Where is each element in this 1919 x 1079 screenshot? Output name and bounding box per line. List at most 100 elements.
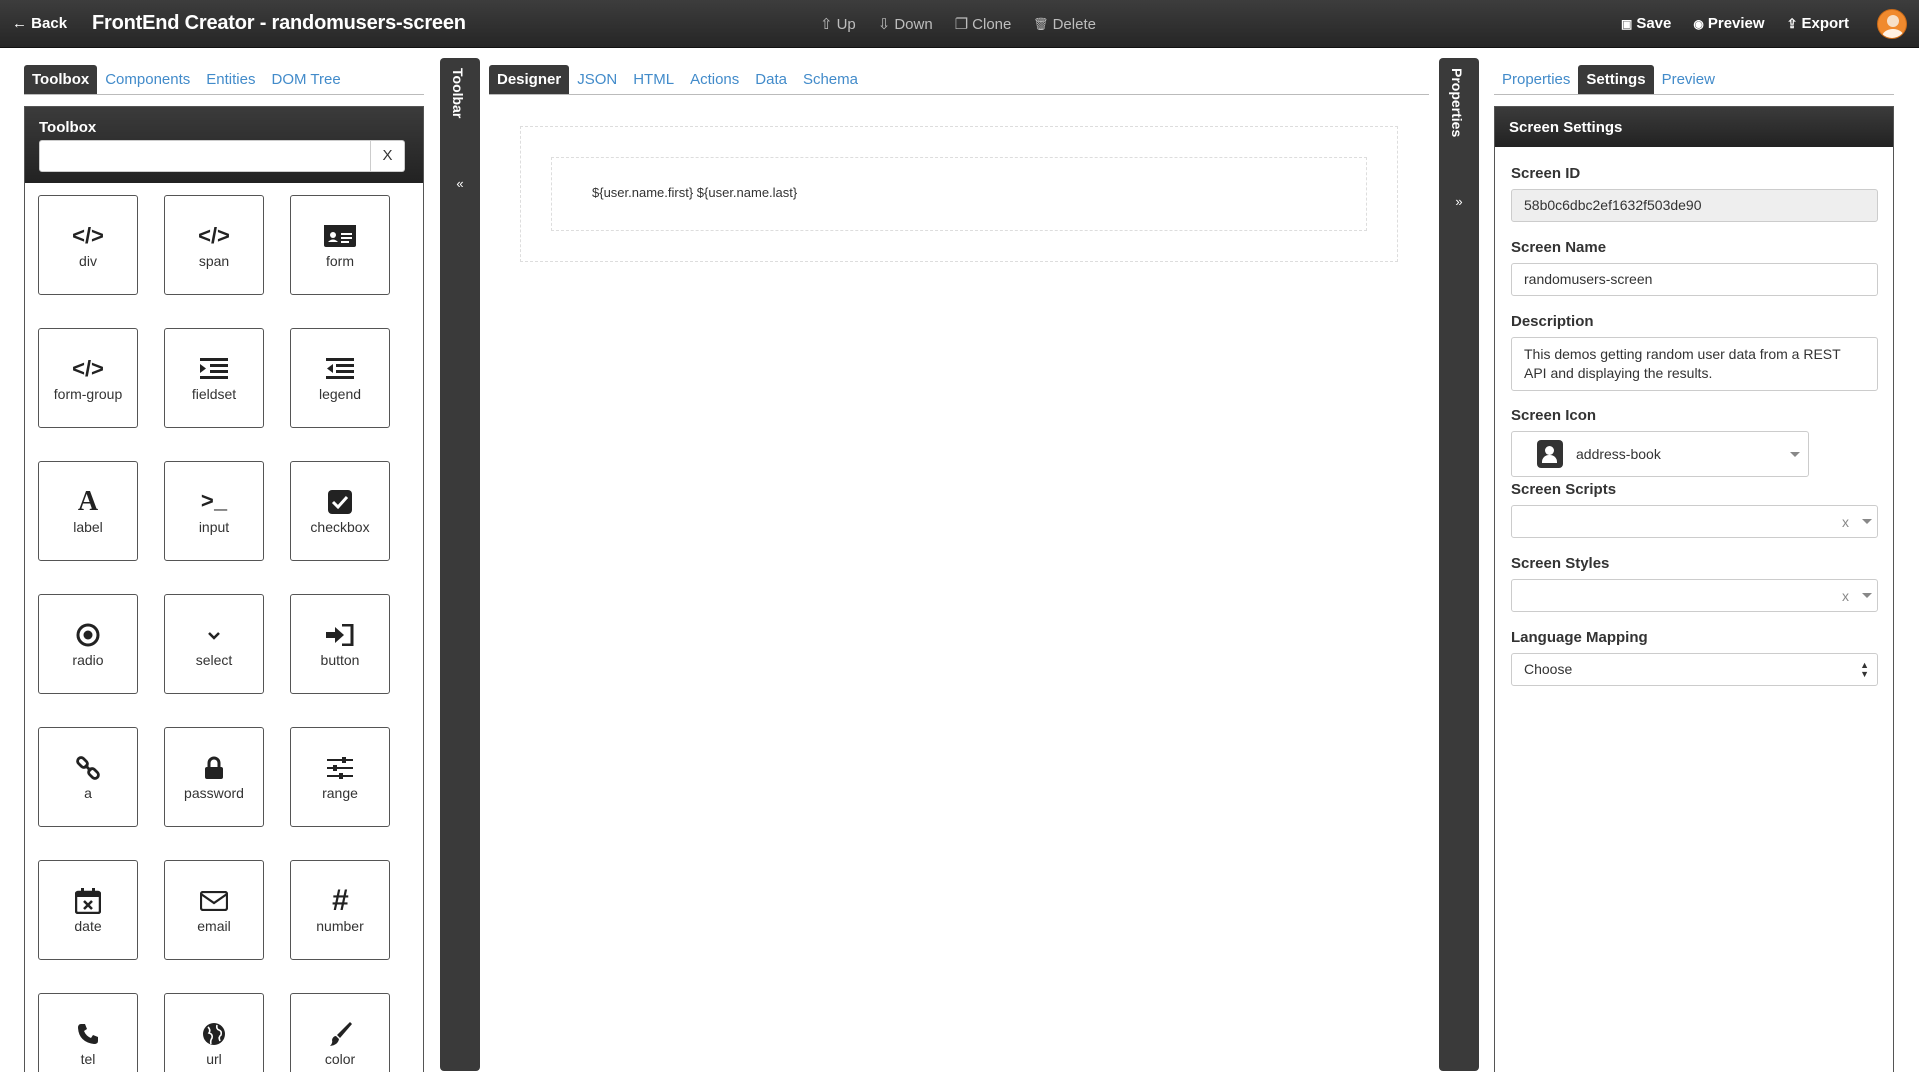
language-mapping-label: Language Mapping (1511, 629, 1648, 646)
designer-canvas[interactable]: ${user.name.first} ${user.name.last} (520, 126, 1398, 262)
left-tabs: Toolbox Components Entities DOM Tree (24, 65, 424, 95)
calendar-times-icon (75, 886, 101, 916)
back-button[interactable]: ← Back (12, 15, 67, 32)
tab-json[interactable]: JSON (569, 65, 625, 94)
tool-date[interactable]: date (38, 860, 138, 960)
tab-dom-tree[interactable]: DOM Tree (263, 65, 348, 94)
tool-div[interactable]: </> div (38, 195, 138, 295)
tab-data[interactable]: Data (747, 65, 795, 94)
address-book-icon (1537, 440, 1563, 468)
dot-circle-icon (76, 620, 100, 650)
upload-icon: ⇪ (1786, 15, 1798, 31)
right-tabs: Properties Settings Preview (1494, 65, 1894, 95)
sliders-icon (327, 753, 353, 783)
tool-number[interactable]: # number (290, 860, 390, 960)
screen-name-field[interactable]: randomusers-screen (1511, 263, 1878, 296)
preview-button[interactable]: ◉ Preview (1693, 15, 1764, 32)
sign-in-icon (326, 620, 354, 650)
toolbox-search-input[interactable] (39, 140, 371, 172)
tool-password[interactable]: password (164, 727, 264, 827)
settings-title: Screen Settings (1495, 107, 1893, 147)
screen-settings-panel: Screen Settings Screen ID 58b0c6dbc2ef16… (1494, 106, 1894, 1072)
tab-entities[interactable]: Entities (198, 65, 263, 94)
tool-select[interactable]: select (164, 594, 264, 694)
node-actions: ⇧ Up ⇩ Down ❐ Clone 🗑 Delete (820, 15, 1096, 34)
caret-down-icon (1862, 519, 1872, 524)
tool-span[interactable]: </> span (164, 195, 264, 295)
save-button[interactable]: ▣ Save (1621, 15, 1671, 32)
tab-properties[interactable]: Properties (1494, 65, 1578, 94)
tool-tel[interactable]: tel (38, 993, 138, 1072)
clear-styles-icon[interactable]: x (1842, 581, 1849, 612)
file-actions: ▣ Save ◉ Preview ⇪ Export (1621, 15, 1849, 32)
trash-icon: 🗑 (1033, 17, 1049, 31)
hashtag-icon: # (331, 884, 349, 917)
tool-input[interactable]: >_ input (164, 461, 264, 561)
tool-form[interactable]: form (290, 195, 390, 295)
tool-url[interactable]: url (164, 993, 264, 1072)
up-button[interactable]: ⇧ Up (820, 15, 856, 34)
screen-id-label: Screen ID (1511, 165, 1581, 182)
tab-toolbox[interactable]: Toolbox (24, 65, 98, 94)
tool-legend[interactable]: legend (290, 328, 390, 428)
screen-name-label: Screen Name (1511, 239, 1607, 256)
app-title: FrontEnd Creator - randomusers-screen (92, 12, 466, 34)
down-button[interactable]: ⇩ Down (878, 15, 933, 34)
designer-element[interactable]: ${user.name.first} ${user.name.last} (551, 157, 1367, 231)
delete-button[interactable]: 🗑 Delete (1033, 15, 1096, 33)
properties-label: Properties (1449, 68, 1465, 138)
sort-arrows-icon: ▲ ▼ (1860, 660, 1869, 679)
arrow-left-icon: ← (12, 15, 27, 32)
tab-components[interactable]: Components (97, 65, 198, 94)
tab-preview[interactable]: Preview (1654, 65, 1723, 94)
chevron-down-icon (206, 620, 222, 650)
caret-down-icon (1862, 593, 1872, 598)
designer-text[interactable]: ${user.name.first} ${user.name.last} (592, 185, 797, 200)
clear-search-button[interactable]: X (371, 140, 405, 172)
description-field[interactable]: This demos getting random user data from… (1511, 337, 1878, 391)
phone-icon (77, 1019, 99, 1049)
export-button[interactable]: ⇪ Export (1787, 15, 1849, 32)
screen-icon-label: Screen Icon (1511, 407, 1597, 424)
tool-range[interactable]: range (290, 727, 390, 827)
tool-form-group[interactable]: </> form-group (38, 328, 138, 428)
screen-styles-select[interactable]: x (1511, 579, 1878, 612)
tool-button[interactable]: button (290, 594, 390, 694)
code-icon: </> (198, 223, 230, 248)
tab-actions[interactable]: Actions (682, 65, 747, 94)
code-icon: </> (72, 356, 104, 381)
font-icon: A (77, 486, 99, 517)
tool-fieldset[interactable]: fieldset (164, 328, 264, 428)
screen-id-field: 58b0c6dbc2ef1632f503de90 (1511, 189, 1878, 222)
tab-designer[interactable]: Designer (489, 65, 570, 94)
clone-icon: ❐ (954, 16, 969, 33)
toolbar-toggle[interactable]: Toolbar « (440, 58, 480, 1071)
check-square-icon (328, 487, 352, 517)
tab-schema[interactable]: Schema (795, 65, 866, 94)
save-icon: ▣ (1620, 16, 1633, 31)
language-mapping-value: Choose (1524, 661, 1573, 677)
language-mapping-select[interactable]: Choose ▲ ▼ (1511, 653, 1878, 686)
clone-button[interactable]: ❐ Clone (954, 15, 1012, 34)
tool-email[interactable]: email (164, 860, 264, 960)
toolbox-grid: </> div </> span form </> form-group fields… (25, 183, 423, 1072)
envelope-icon (200, 886, 228, 916)
properties-toggle[interactable]: Properties » (1439, 58, 1479, 1071)
clear-scripts-icon[interactable]: x (1842, 507, 1849, 538)
chevron-left-icon: « (456, 176, 464, 191)
tool-radio[interactable]: radio (38, 594, 138, 694)
tool-a[interactable]: a (38, 727, 138, 827)
eye-icon: ◉ (1693, 16, 1704, 31)
tool-color[interactable]: color (290, 993, 390, 1072)
screen-icon-select[interactable]: address-book (1511, 431, 1809, 477)
outdent-icon (326, 354, 354, 384)
toolbox-panel: Toolbox X </> div </> span form </> form-gr… (24, 106, 424, 1072)
screen-icon-value: address-book (1576, 446, 1661, 462)
tool-label[interactable]: Alabel (38, 461, 138, 561)
avatar[interactable] (1877, 9, 1907, 39)
tab-html[interactable]: HTML (625, 65, 682, 94)
tool-checkbox[interactable]: checkbox (290, 461, 390, 561)
id-card-icon (324, 221, 356, 251)
tab-settings[interactable]: Settings (1578, 65, 1654, 94)
screen-scripts-select[interactable]: x (1511, 505, 1878, 538)
